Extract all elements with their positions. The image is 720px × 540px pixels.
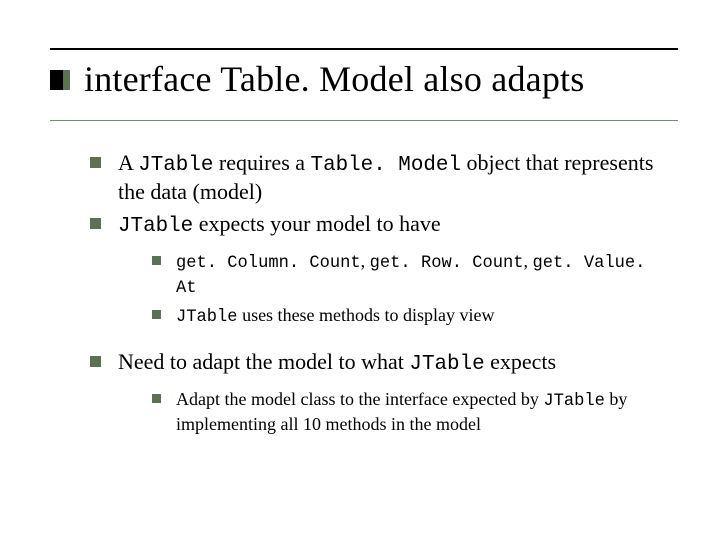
list-item: JTable expects your model to have get. C… [90,211,670,329]
divider-top [50,48,678,50]
slide: interface Table. Model also adapts A JTa… [0,0,720,540]
text: , [524,251,533,271]
code-span: JTable [176,308,238,327]
text: requires a [213,150,310,175]
text: expects [485,349,556,374]
code-span: JTable [543,392,605,411]
divider-bottom [50,120,678,121]
text: Adapt the model class to the interface e… [176,389,543,409]
sub-bullet-list: Adapt the model class to the interface e… [118,388,670,437]
code-span: Table. Model [311,154,461,177]
text: Need to adapt the model to what [118,349,409,374]
text: A [118,150,138,175]
code-span: get. Column. Count [176,254,361,273]
code-span: JTable [138,154,213,177]
text: , [361,251,370,271]
slide-body: A JTable requires a Table. Model object … [90,150,670,451]
code-span: JTable [118,215,193,238]
list-item: A JTable requires a Table. Model object … [90,150,670,205]
bullet-list: A JTable requires a Table. Model object … [90,150,670,437]
list-item: get. Column. Count, get. Row. Count, get… [152,250,670,300]
code-span: get. Row. Count [370,254,524,273]
code-span: JTable [409,353,484,376]
slide-title: interface Table. Model also adapts [84,60,584,100]
title-bullet-icon [50,70,70,90]
title-row: interface Table. Model also adapts [50,60,678,100]
sub-bullet-list: get. Column. Count, get. Row. Count, get… [118,250,670,330]
list-item: Need to adapt the model to what JTable e… [90,349,670,436]
text: expects your model to have [193,211,440,236]
list-item: Adapt the model class to the interface e… [152,388,670,437]
list-item: JTable uses these methods to display vie… [152,304,670,329]
text: uses these methods to display view [238,305,495,325]
